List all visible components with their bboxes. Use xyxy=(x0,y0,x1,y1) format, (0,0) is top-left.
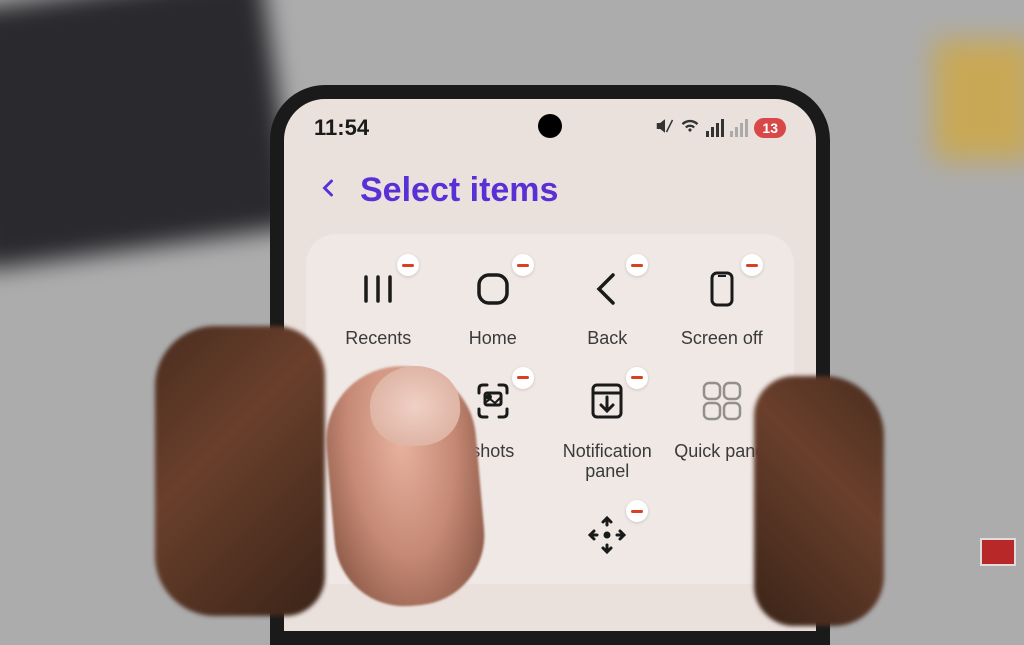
item-label: Back xyxy=(587,328,627,349)
remove-badge-icon[interactable] xyxy=(741,254,763,276)
item-label: Notification panel xyxy=(563,441,652,482)
back-button[interactable] xyxy=(314,174,342,207)
remove-badge-icon[interactable] xyxy=(626,500,648,522)
remove-badge-icon[interactable] xyxy=(512,367,534,389)
item-recents[interactable]: Recents xyxy=(326,264,431,349)
item-screen-off[interactable]: Screen off xyxy=(670,264,775,349)
item-back[interactable]: Back xyxy=(555,264,660,349)
page-header: Select items xyxy=(284,149,816,234)
wifi-icon xyxy=(680,115,700,141)
item-home[interactable]: Home xyxy=(441,264,546,349)
status-time: 11:54 xyxy=(314,115,369,141)
back-icon xyxy=(585,267,629,316)
home-icon xyxy=(471,267,515,316)
move-icon xyxy=(585,513,629,562)
remove-badge-icon[interactable] xyxy=(397,254,419,276)
page-title: Select items xyxy=(360,171,558,210)
recents-icon xyxy=(356,267,400,316)
corner-badge xyxy=(980,538,1016,566)
item-label: Home xyxy=(469,328,517,349)
background-product-box xyxy=(0,0,297,271)
quick-panel-icon xyxy=(698,377,746,430)
hand-right xyxy=(754,376,884,626)
battery-level: 13 xyxy=(754,118,786,138)
screen-off-icon xyxy=(700,267,744,316)
item-label: Recents xyxy=(345,328,411,349)
screenshot-icon xyxy=(471,379,515,428)
item-move[interactable] xyxy=(555,510,660,564)
remove-badge-icon[interactable] xyxy=(512,254,534,276)
item-label: Screen off xyxy=(681,328,763,349)
notification-panel-icon xyxy=(585,379,629,428)
background-wood-block xyxy=(934,40,1024,160)
signal-bars-1-icon xyxy=(706,119,724,137)
signal-bars-2-icon xyxy=(730,119,748,137)
item-notification-panel[interactable]: Notification panel xyxy=(555,377,660,482)
remove-badge-icon[interactable] xyxy=(626,367,648,389)
camera-punch-hole xyxy=(538,114,562,138)
mute-icon xyxy=(656,115,674,141)
hand-left xyxy=(155,326,325,616)
remove-badge-icon[interactable] xyxy=(626,254,648,276)
